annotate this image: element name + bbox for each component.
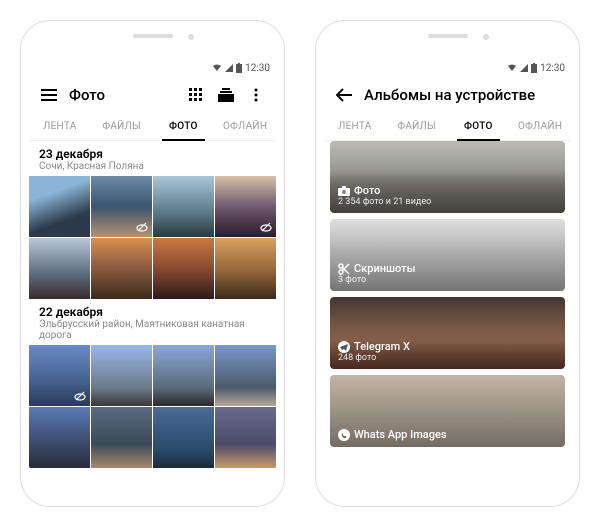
album-name: Фото — [338, 184, 557, 197]
wifi-icon — [507, 64, 517, 72]
album-overlay: Telegram X 248 фото — [330, 297, 565, 369]
back-icon[interactable] — [334, 85, 354, 105]
status-time: 12:30 — [245, 63, 270, 74]
photo-thumb[interactable] — [215, 176, 276, 237]
more-icon[interactable] — [246, 85, 266, 105]
photo-thumb[interactable] — [153, 238, 214, 299]
tab-feed[interactable]: ЛЕНТА — [324, 113, 386, 140]
album-count: 248 фото — [338, 353, 557, 363]
album-card[interactable]: Скриншоты 3 фото — [330, 219, 565, 291]
albums-icon[interactable] — [216, 85, 236, 105]
telegram-icon — [338, 341, 350, 353]
tabs: ЛЕНТА ФАЙЛЫ ФОТО ОФЛАЙН — [324, 113, 571, 141]
photo-thumb[interactable] — [29, 176, 90, 237]
cloud-off-icon — [73, 389, 87, 403]
album-count: 2 354 фото и 21 видео — [338, 197, 557, 207]
date-section: 23 декабря Сочи, Красная Поляна — [29, 141, 276, 176]
album-list: Фото 2 354 фото и 21 видео Скриншоты 3 ф… — [324, 141, 571, 447]
signal-icon — [225, 64, 233, 72]
content[interactable]: 23 декабря Сочи, Красная Поляна 22 декаб… — [29, 141, 276, 468]
cloud-off-icon — [259, 220, 273, 234]
date-title: 23 декабря — [39, 147, 266, 161]
date-location: Сочи, Красная Поляна — [39, 161, 266, 172]
tabs: ЛЕНТА ФАЙЛЫ ФОТО ОФЛАЙН — [29, 113, 276, 141]
photo-thumb[interactable] — [29, 345, 90, 406]
album-name: Скриншоты — [338, 262, 557, 275]
wifi-icon — [212, 64, 222, 72]
whatsapp-icon — [338, 429, 350, 441]
status-time: 12:30 — [540, 63, 565, 74]
phone-left: 12:30 Фото ЛЕНТА ФАЙЛЫ ФОТО ОФЛАЙН — [20, 20, 285, 507]
album-card[interactable]: Whats App Images — [330, 375, 565, 447]
album-name: Telegram X — [338, 340, 557, 353]
album-card[interactable]: Telegram X 248 фото — [330, 297, 565, 369]
tab-feed[interactable]: ЛЕНТА — [29, 113, 91, 140]
album-overlay: Скриншоты 3 фото — [330, 219, 565, 291]
phone-right: 12:30 Альбомы на устройстве ЛЕНТА ФАЙЛЫ … — [315, 20, 580, 507]
camera-icon — [338, 186, 350, 196]
header: Альбомы на устройстве — [324, 77, 571, 113]
cloud-off-icon — [135, 220, 149, 234]
photo-thumb[interactable] — [153, 407, 214, 468]
photo-thumb[interactable] — [215, 407, 276, 468]
photo-thumb[interactable] — [91, 176, 152, 237]
photo-thumb[interactable] — [153, 345, 214, 406]
photo-thumb[interactable] — [215, 238, 276, 299]
status-icons: 12:30 — [507, 63, 565, 74]
album-card[interactable]: Фото 2 354 фото и 21 видео — [330, 141, 565, 213]
date-title: 22 декабря — [39, 305, 266, 319]
album-overlay: Whats App Images — [330, 375, 565, 447]
menu-icon[interactable] — [39, 85, 59, 105]
page-title: Фото — [69, 86, 176, 104]
tab-files[interactable]: ФАЙЛЫ — [91, 113, 153, 140]
album-count: 3 фото — [338, 275, 557, 285]
album-name: Whats App Images — [338, 428, 557, 441]
screen: 12:30 Альбомы на устройстве ЛЕНТА ФАЙЛЫ … — [324, 59, 571, 468]
content[interactable]: Фото 2 354 фото и 21 видео Скриншоты 3 ф… — [324, 141, 571, 468]
photo-thumb[interactable] — [29, 407, 90, 468]
grid-icon[interactable] — [186, 85, 206, 105]
album-overlay: Фото 2 354 фото и 21 видео — [330, 141, 565, 213]
date-location: Эльбрусский район, Маятниковая канатная … — [39, 319, 266, 341]
signal-icon — [520, 64, 528, 72]
tab-photo[interactable]: ФОТО — [448, 113, 510, 140]
status-bar: 12:30 — [324, 59, 571, 77]
tab-offline[interactable]: ОФЛАЙН — [214, 113, 276, 140]
photo-thumb[interactable] — [91, 238, 152, 299]
photo-grid — [29, 176, 276, 299]
date-section: 22 декабря Эльбрусский район, Маятникова… — [29, 299, 276, 345]
tab-files[interactable]: ФАЙЛЫ — [386, 113, 448, 140]
battery-icon — [531, 63, 537, 73]
status-icons: 12:30 — [212, 63, 270, 74]
header: Фото — [29, 77, 276, 113]
photo-thumb[interactable] — [91, 407, 152, 468]
tab-offline[interactable]: ОФЛАЙН — [509, 113, 571, 140]
photo-grid — [29, 345, 276, 468]
screen: 12:30 Фото ЛЕНТА ФАЙЛЫ ФОТО ОФЛАЙН — [29, 59, 276, 468]
photo-thumb[interactable] — [215, 345, 276, 406]
photo-thumb[interactable] — [29, 238, 90, 299]
tab-photo[interactable]: ФОТО — [153, 113, 215, 140]
scissors-icon — [338, 263, 350, 275]
battery-icon — [236, 63, 242, 73]
page-title: Альбомы на устройстве — [364, 86, 561, 104]
photo-thumb[interactable] — [91, 345, 152, 406]
status-bar: 12:30 — [29, 59, 276, 77]
photo-thumb[interactable] — [153, 176, 214, 237]
